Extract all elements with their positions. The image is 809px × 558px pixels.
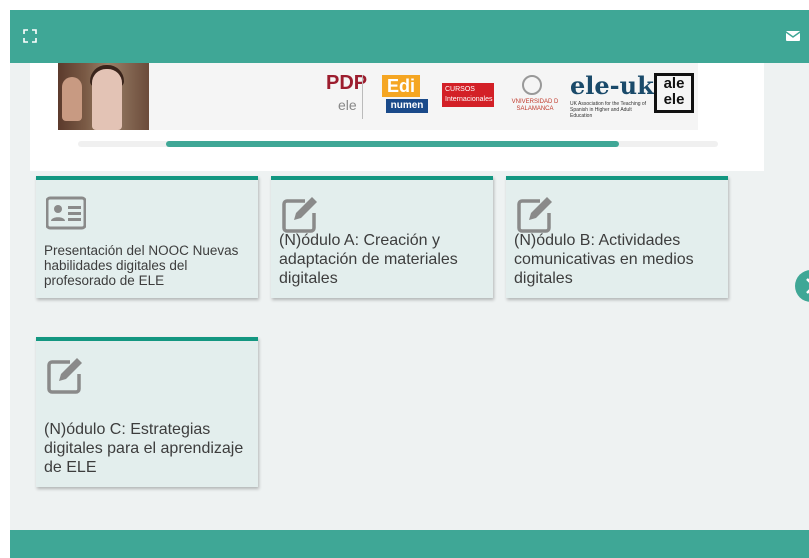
pdp-logo: PDP [326,72,368,94]
card-title: Presentación del NOOC Nuevas habilidades… [44,243,239,288]
card-module-c[interactable]: (N)ódulo C: Estrategias digitales para e… [36,337,258,487]
ele-uk-logo-sub: UK Association for the Teaching of Spani… [570,101,647,119]
edit-icon [517,197,552,233]
instructors-photo [58,63,149,130]
course-progress-fill [166,141,619,147]
footer-bar [10,530,809,558]
card-presentation[interactable]: Presentación del NOOC Nuevas habilidades… [36,176,258,298]
mail-icon[interactable] [785,28,801,44]
edinumen-logo: Edi [382,75,420,97]
course-banner: PDP ele Edi numen CURSOS Internacionales… [30,63,764,171]
edinumen-logo-sub: numen [386,99,428,113]
id-card-icon [46,196,86,230]
course-progress-bar [78,141,718,147]
edit-icon [47,358,82,394]
top-bar [10,10,809,63]
main-content: PDP ele Edi numen CURSOS Internacionales… [10,63,809,530]
card-module-a[interactable]: (N)ódulo A: Creación y adaptación de mat… [271,176,493,298]
ale-logo: ale ele [654,73,694,113]
card-title: (N)ódulo C: Estrategias digitales para e… [44,421,244,476]
cursos-internacionales-logo: CURSOS Internacionales [442,83,494,107]
edit-icon [282,197,317,233]
card-module-b[interactable]: (N)ódulo B: Actividades comunicativas en… [506,176,728,298]
pdp-logo-sub: ele [338,97,357,113]
expand-icon[interactable] [22,28,38,44]
usal-seal-icon [522,75,542,95]
chevron-right-icon [806,278,809,294]
card-title: (N)ódulo B: Actividades comunicativas en… [514,232,694,287]
card-title: (N)ódulo A: Creación y adaptación de mat… [279,232,458,287]
usal-logo: VNIVERSIDAD D SALAMANCA [511,99,559,112]
next-page-button[interactable] [795,270,809,302]
banner-image: PDP ele Edi numen CURSOS Internacionales… [58,63,698,130]
ele-uk-logo: ele-uk [570,71,654,100]
